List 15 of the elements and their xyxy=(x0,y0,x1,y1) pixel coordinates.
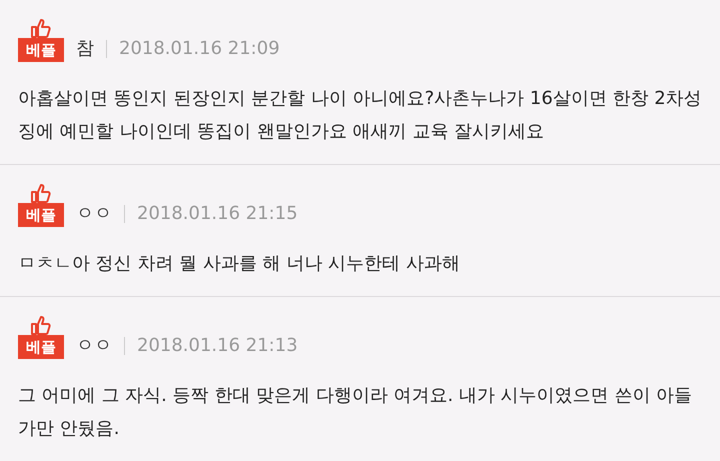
thumbs-up-icon xyxy=(30,183,52,203)
best-comment-badge: 베플 xyxy=(18,38,64,62)
comment-text: ㅁㅊㄴ아 정신 차려 뭘 사과를 해 너나 시누한테 사과해 xyxy=(18,252,461,276)
author-name: ㅇㅇ xyxy=(76,202,112,226)
comment-date: 2018.01.16 21:09 xyxy=(119,37,280,61)
comment-date: 2018.01.16 21:13 xyxy=(137,334,298,358)
comment-date: 2018.01.16 21:15 xyxy=(137,202,298,226)
comment-text: 그 어미에 그 자식. 등짝 한대 맞은게 다행이라 여겨요. 내가 시누이였으면 쓴이 아들 가만 안뒀음. xyxy=(18,384,694,441)
author-name: ㅇㅇ xyxy=(76,334,112,358)
thumbs-up-icon xyxy=(30,18,52,38)
best-comment-badge: 베플 xyxy=(18,335,64,359)
best-comment-badge: 베플 xyxy=(18,203,64,227)
comment-text: 아홉살이면 똥인지 된장인지 분간할 나이 아니에요?사촌누나가 16살이면 한창 2차성징에 예민할 나이인데 똥집이 왠말인가요 애새끼 교육 잘시키세요 xyxy=(18,87,703,144)
thumbs-up-icon xyxy=(30,315,52,335)
author-name: 참 xyxy=(76,37,94,61)
